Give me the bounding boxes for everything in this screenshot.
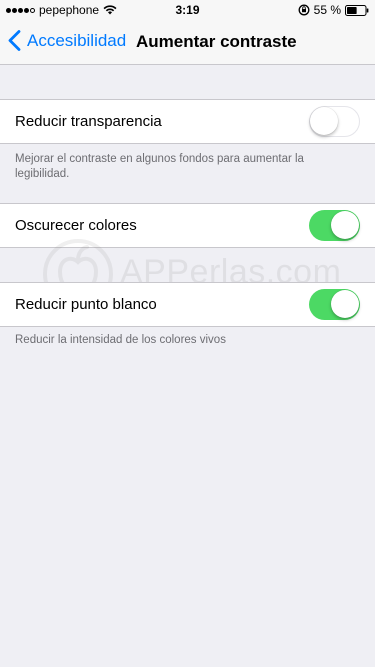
orientation-lock-icon [298, 4, 310, 16]
toggle-knob [331, 211, 359, 239]
navigation-bar: Accesibilidad Aumentar contraste [0, 20, 375, 65]
group-reduce-white-point: Reducir punto blanco [0, 282, 375, 327]
cell-reduce-transparency: Reducir transparencia [0, 100, 375, 143]
reduce-transparency-label: Reducir transparencia [15, 113, 162, 130]
cell-reduce-white-point: Reducir punto blanco [0, 283, 375, 326]
darken-colors-label: Oscurecer colores [15, 217, 137, 234]
reduce-white-point-toggle[interactable] [309, 289, 360, 320]
reduce-transparency-toggle[interactable] [309, 106, 360, 137]
back-button-label: Accesibilidad [27, 30, 127, 50]
status-bar: pepephone 3:19 55 % [0, 0, 375, 20]
reduce-transparency-footnote: Mejorar el contraste en algunos fondos p… [15, 153, 304, 180]
screen: pepephone 3:19 55 % Accesibilidad Aument… [0, 0, 375, 667]
back-button[interactable]: Accesibilidad [8, 30, 126, 51]
toggle-knob [310, 107, 338, 135]
battery-icon [345, 4, 369, 16]
group-reduce-transparency: Reducir transparencia [0, 99, 375, 144]
reduce-white-point-footnote: Reducir la intensidad de los colores viv… [15, 334, 226, 346]
toggle-knob [331, 290, 359, 318]
page-title: Aumentar contraste [136, 32, 297, 51]
reduce-white-point-label: Reducir punto blanco [15, 296, 157, 313]
chevron-left-icon [8, 30, 21, 51]
status-right: 55 % [298, 3, 369, 17]
battery-percent: 55 % [313, 3, 341, 17]
